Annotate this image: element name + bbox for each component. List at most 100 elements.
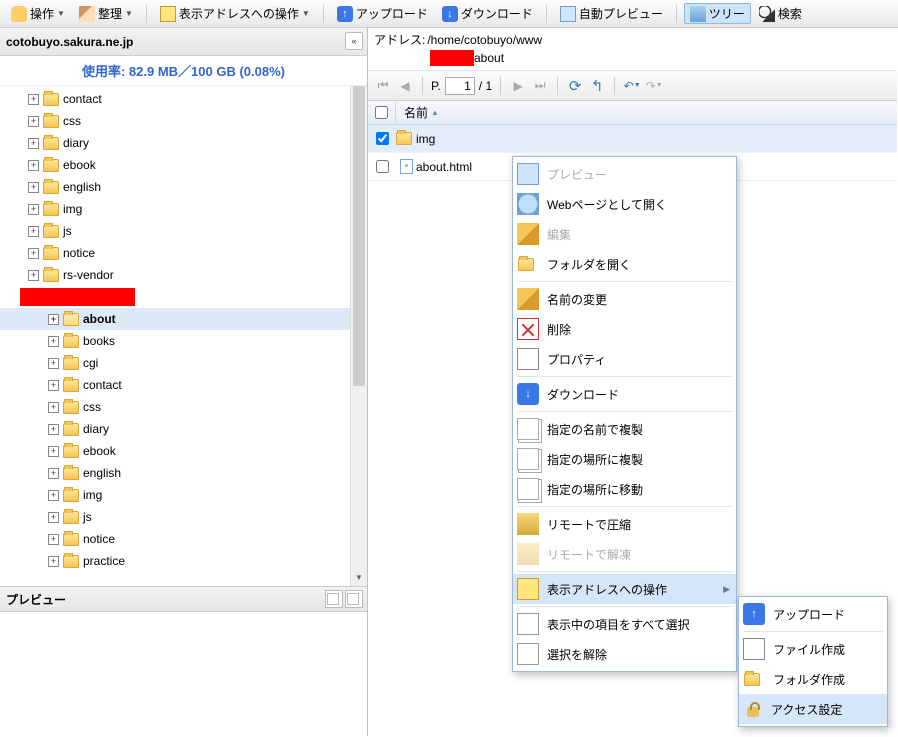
file-checkbox[interactable] <box>376 132 389 145</box>
expand-icon[interactable]: + <box>28 94 39 105</box>
expand-icon[interactable]: + <box>48 402 59 413</box>
expand-icon[interactable]: + <box>28 226 39 237</box>
tree-label: css <box>83 400 101 414</box>
up-folder-button[interactable]: ↰ <box>588 77 606 95</box>
tree-row-selected[interactable]: +about <box>0 308 367 330</box>
sub-access[interactable]: アクセス設定 <box>739 694 887 724</box>
ctx-address-ops[interactable]: 表示アドレスへの操作▶ <box>513 574 736 604</box>
ctx-open-folder[interactable]: フォルダを開く <box>513 249 736 279</box>
ctx-deselect[interactable]: 選択を解除 <box>513 639 736 669</box>
expand-icon[interactable]: + <box>48 336 59 347</box>
ctx-delete[interactable]: 削除 <box>513 314 736 344</box>
sub-new-folder[interactable]: フォルダ作成 <box>739 664 887 694</box>
expand-icon[interactable]: + <box>28 248 39 259</box>
first-page-button[interactable]: ⏮ <box>374 77 392 95</box>
expand-icon[interactable]: + <box>48 424 59 435</box>
tree-row[interactable]: +css <box>0 110 367 132</box>
edit-preview-icon[interactable] <box>325 590 343 608</box>
undo-button[interactable]: ↶▼ <box>623 77 641 95</box>
page-input[interactable] <box>445 77 475 95</box>
expand-icon[interactable]: + <box>48 446 59 457</box>
expand-icon[interactable]: + <box>28 270 39 281</box>
expand-icon[interactable]: + <box>28 204 39 215</box>
address-operations-menu[interactable]: 表示アドレスへの操作▼ <box>154 3 316 24</box>
expand-icon[interactable]: + <box>48 380 59 391</box>
tree-row[interactable]: + diary <box>0 132 367 154</box>
tree-row[interactable]: +contact <box>0 374 367 396</box>
ctx-move-loc[interactable]: 指定の場所に移動 <box>513 474 736 504</box>
expand-icon[interactable]: + <box>28 182 39 193</box>
name-column-header[interactable]: 名前▲ <box>396 104 447 121</box>
expand-icon[interactable]: + <box>48 468 59 479</box>
expand-icon[interactable]: + <box>48 314 59 325</box>
tree-scrollbar[interactable]: ▲ ▼ <box>350 86 367 586</box>
auto-preview-button[interactable]: 自動プレビュー <box>554 3 669 24</box>
sub-new-file[interactable]: ファイル作成 <box>739 634 887 664</box>
folder-icon <box>63 555 79 568</box>
tree-row[interactable]: +books <box>0 330 367 352</box>
expand-icon[interactable]: + <box>48 534 59 545</box>
tree-toggle-button[interactable]: ツリー <box>684 3 751 24</box>
tree-row[interactable]: +english <box>0 462 367 484</box>
pencil-icon <box>517 288 539 310</box>
expand-icon[interactable]: + <box>48 556 59 567</box>
tree-row-redacted[interactable] <box>0 286 367 308</box>
tree-row[interactable]: +ebook <box>0 440 367 462</box>
sub-upload[interactable]: ↑アップロード <box>739 599 887 629</box>
organize-menu[interactable]: 整理▼ <box>73 3 139 24</box>
scroll-thumb[interactable] <box>353 86 365 386</box>
download-button[interactable]: ↓ダウンロード <box>436 3 539 24</box>
globe-preview-icon[interactable] <box>345 590 363 608</box>
collapse-panel-button[interactable]: « <box>345 32 363 50</box>
tree-row[interactable]: +cgi <box>0 352 367 374</box>
expand-icon[interactable]: + <box>28 116 39 127</box>
scroll-down-arrow[interactable]: ▼ <box>351 569 367 586</box>
tree-row[interactable]: +english <box>0 176 367 198</box>
ctx-download[interactable]: ↓ダウンロード <box>513 379 736 409</box>
search-button[interactable]: 検索 <box>753 3 808 24</box>
expand-icon[interactable]: + <box>48 490 59 501</box>
prev-page-button[interactable]: ◀ <box>396 77 414 95</box>
submenu-arrow-icon: ▶ <box>723 584 730 595</box>
tree-row[interactable]: + css <box>0 396 367 418</box>
ctx-select-all[interactable]: 表示中の項目をすべて選択 <box>513 609 736 639</box>
tree-label: diary <box>63 136 89 150</box>
next-page-button[interactable]: ▶ <box>509 77 527 95</box>
tree-row[interactable]: +img <box>0 198 367 220</box>
ctx-dup-loc[interactable]: 指定の場所に複製 <box>513 444 736 474</box>
redo-button[interactable]: ↷▼ <box>645 77 663 95</box>
tree-row[interactable]: +practice <box>0 550 367 572</box>
tree-row[interactable]: +diary <box>0 418 367 440</box>
ctx-property[interactable]: プロパティ <box>513 344 736 374</box>
page-total: / 1 <box>479 79 492 93</box>
expand-icon[interactable]: + <box>48 512 59 523</box>
upload-button[interactable]: ↑アップロード <box>331 3 434 24</box>
expand-icon[interactable]: + <box>28 160 39 171</box>
redacted-block <box>20 288 135 306</box>
tree-row[interactable]: +ebook <box>0 154 367 176</box>
refresh-button[interactable]: ⟳ <box>566 77 584 95</box>
host-label: cotobuyo.sakura.ne.jp <box>6 35 133 49</box>
tree-row[interactable]: +notice <box>0 528 367 550</box>
ctx-rename[interactable]: 名前の変更 <box>513 284 736 314</box>
folder-icon <box>43 93 59 106</box>
last-page-button[interactable]: ⏭ <box>531 77 549 95</box>
select-all-checkbox[interactable] <box>375 106 388 119</box>
folder-icon <box>63 357 79 370</box>
ctx-dup-name[interactable]: 指定の名前で複製 <box>513 414 736 444</box>
tree-row[interactable]: +js <box>0 506 367 528</box>
tree-row[interactable]: +img <box>0 484 367 506</box>
tree-row[interactable]: +contact <box>0 88 367 110</box>
tree-row[interactable]: +notice <box>0 242 367 264</box>
operate-menu[interactable]: 操作▼ <box>5 3 71 24</box>
file-row[interactable]: img <box>368 125 897 153</box>
expand-icon[interactable]: + <box>48 358 59 369</box>
ctx-compress[interactable]: リモートで圧縮 <box>513 509 736 539</box>
ctx-open-web[interactable]: Webページとして開く <box>513 189 736 219</box>
expand-icon[interactable]: + <box>28 138 39 149</box>
tree-row[interactable]: +rs-vendor <box>0 264 367 286</box>
left-panel: cotobuyo.sakura.ne.jp « 使用率: 82.9 MB／100… <box>0 28 368 736</box>
folder-tree[interactable]: +contact+css+diary+ebook+english+img+js+… <box>0 86 367 586</box>
file-checkbox[interactable] <box>376 160 389 173</box>
tree-row[interactable]: +js <box>0 220 367 242</box>
